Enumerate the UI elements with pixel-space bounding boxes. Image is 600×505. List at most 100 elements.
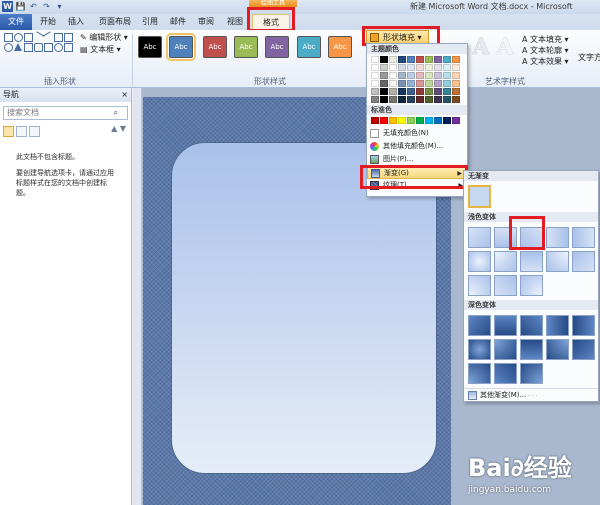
theme-color-swatch[interactable]: [380, 56, 388, 63]
tab-file[interactable]: 文件: [0, 14, 32, 30]
standard-color-swatch[interactable]: [389, 117, 397, 124]
dark-gradient-swatch[interactable]: [468, 363, 491, 384]
shape-style-swatch[interactable]: Abc: [328, 36, 352, 58]
theme-color-swatch[interactable]: [398, 88, 406, 95]
theme-color-swatch[interactable]: [443, 80, 451, 87]
menu-item-no-fill[interactable]: 无填充颜色(N): [367, 127, 467, 140]
light-gradient-swatch[interactable]: [520, 227, 543, 248]
theme-color-swatch[interactable]: [407, 72, 415, 79]
theme-color-swatch[interactable]: [452, 96, 460, 103]
theme-color-swatch[interactable]: [416, 72, 424, 79]
theme-color-swatch[interactable]: [398, 80, 406, 87]
save-icon[interactable]: 💾: [15, 1, 26, 12]
theme-color-swatch[interactable]: [416, 56, 424, 63]
theme-color-swatch[interactable]: [407, 96, 415, 103]
theme-color-swatch[interactable]: [443, 64, 451, 71]
shape-rect-icon[interactable]: [24, 33, 33, 42]
light-gradient-swatch[interactable]: [468, 275, 491, 296]
theme-color-swatch[interactable]: [398, 64, 406, 71]
theme-color-swatch[interactable]: [398, 96, 406, 103]
tab-insert[interactable]: 插入: [64, 14, 88, 30]
theme-color-swatch[interactable]: [407, 64, 415, 71]
dark-gradient-swatch[interactable]: [468, 315, 491, 336]
theme-color-swatch[interactable]: [416, 96, 424, 103]
theme-color-swatch[interactable]: [425, 56, 433, 63]
shape-triangle-icon[interactable]: [14, 43, 22, 51]
light-gradient-swatch[interactable]: [520, 251, 543, 272]
dark-gradient-swatch[interactable]: [520, 339, 543, 360]
text-outline-button[interactable]: A 文本轮廓 ▾: [522, 45, 569, 56]
light-gradient-swatch[interactable]: [520, 275, 543, 296]
dark-gradient-swatch[interactable]: [494, 315, 517, 336]
dark-gradient-swatch[interactable]: [572, 339, 595, 360]
text-direction-button[interactable]: 文字方: [578, 52, 600, 63]
standard-color-swatch[interactable]: [425, 117, 433, 124]
tab-mailings[interactable]: 邮件: [166, 14, 190, 30]
theme-color-swatch[interactable]: [434, 72, 442, 79]
theme-color-swatch[interactable]: [407, 56, 415, 63]
no-gradient-swatch[interactable]: [468, 185, 491, 208]
undo-icon[interactable]: ↶: [28, 1, 39, 12]
standard-color-swatch[interactable]: [398, 117, 406, 124]
results-view-icon[interactable]: [29, 125, 40, 137]
dark-gradient-swatch[interactable]: [494, 339, 517, 360]
dark-gradient-swatch[interactable]: [520, 363, 543, 384]
menu-item-picture[interactable]: 图片(P)...: [367, 153, 467, 166]
search-icon[interactable]: ⌕: [114, 107, 118, 119]
shape-rounded-icon[interactable]: [34, 43, 43, 52]
shape-square-icon[interactable]: [24, 43, 33, 52]
text-fill-button[interactable]: A 文本填充 ▾: [522, 34, 569, 45]
theme-color-swatch[interactable]: [443, 56, 451, 63]
theme-color-swatch[interactable]: [434, 96, 442, 103]
resize-grip-icon[interactable]: · · · ·: [524, 393, 537, 400]
shape-style-swatch-selected[interactable]: Abc: [166, 33, 196, 61]
shape-brace-icon[interactable]: [64, 43, 73, 52]
theme-color-swatch[interactable]: [371, 72, 379, 79]
theme-color-swatch[interactable]: [434, 56, 442, 63]
tab-review[interactable]: 审阅: [194, 14, 218, 30]
shape-fill-button[interactable]: 形状填充 ▾: [366, 30, 429, 44]
standard-color-swatch[interactable]: [371, 117, 379, 124]
dark-gradient-swatch[interactable]: [546, 315, 569, 336]
theme-color-swatch[interactable]: [425, 96, 433, 103]
light-gradient-swatch[interactable]: [572, 251, 595, 272]
shape-arrow-icon[interactable]: [44, 43, 53, 52]
shape-style-swatch[interactable]: Abc: [297, 36, 321, 58]
tab-references[interactable]: 引用: [138, 14, 162, 30]
tab-page-layout[interactable]: 页面布局: [95, 14, 135, 30]
light-gradient-swatch[interactable]: [572, 227, 595, 248]
shape-line-2-icon[interactable]: [42, 31, 55, 44]
theme-color-swatch[interactable]: [380, 88, 388, 95]
theme-color-swatch[interactable]: [416, 64, 424, 71]
theme-color-swatch[interactable]: [371, 64, 379, 71]
shape-callout-icon[interactable]: [64, 33, 73, 42]
light-gradient-swatch[interactable]: [494, 227, 517, 248]
theme-color-swatch[interactable]: [389, 64, 397, 71]
dark-gradient-swatch[interactable]: [468, 339, 491, 360]
theme-color-swatch[interactable]: [416, 88, 424, 95]
light-gradient-swatch[interactable]: [546, 251, 569, 272]
theme-color-swatch[interactable]: [434, 88, 442, 95]
shape-style-swatch[interactable]: Abc: [265, 36, 289, 58]
theme-color-swatch[interactable]: [425, 72, 433, 79]
theme-color-swatch[interactable]: [452, 56, 460, 63]
menu-item-texture[interactable]: 纹理(T) ▶: [367, 179, 467, 192]
theme-color-swatch[interactable]: [371, 80, 379, 87]
headings-view-icon[interactable]: [3, 125, 14, 137]
nav-prev-next-icon[interactable]: ▲ ▼: [111, 124, 126, 133]
light-gradient-swatch[interactable]: [494, 251, 517, 272]
theme-color-swatch[interactable]: [380, 64, 388, 71]
shape-circle-icon[interactable]: [54, 43, 63, 52]
theme-color-swatch[interactable]: [389, 88, 397, 95]
theme-color-swatch[interactable]: [380, 96, 388, 103]
redo-icon[interactable]: ↷: [41, 1, 52, 12]
theme-color-swatch[interactable]: [389, 56, 397, 63]
standard-color-swatch[interactable]: [434, 117, 442, 124]
pages-view-icon[interactable]: [16, 125, 27, 137]
theme-color-swatch[interactable]: [425, 64, 433, 71]
theme-color-swatch[interactable]: [389, 72, 397, 79]
theme-color-swatch[interactable]: [443, 88, 451, 95]
theme-color-swatch[interactable]: [380, 72, 388, 79]
theme-color-swatch[interactable]: [398, 56, 406, 63]
standard-color-swatch[interactable]: [443, 117, 451, 124]
